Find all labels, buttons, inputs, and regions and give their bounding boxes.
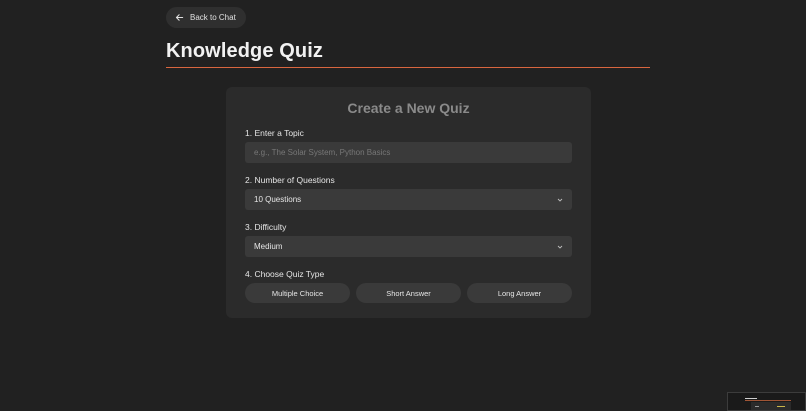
topic-input[interactable] [254,148,563,157]
create-quiz-card: Create a New Quiz 1. Enter a Topic 2. Nu… [226,87,591,318]
quiz-page: Back to Chat Knowledge Quiz Create a New… [0,0,806,411]
chevron-down-icon [557,244,563,250]
page-minimap-thumbnail[interactable] [727,392,806,411]
multiple-choice-button[interactable]: Multiple Choice [245,283,350,303]
questions-selected-value: 10 Questions [254,195,302,204]
long-answer-button[interactable]: Long Answer [467,283,572,303]
title-underline [166,67,650,68]
difficulty-select[interactable]: Medium [245,236,572,257]
difficulty-selected-value: Medium [254,242,283,251]
quiz-type-label: 4. Choose Quiz Type [245,269,325,279]
short-answer-button[interactable]: Short Answer [356,283,461,303]
questions-label: 2. Number of Questions [245,175,335,185]
create-quiz-heading: Create a New Quiz [347,100,470,116]
chevron-down-icon [557,197,563,203]
topic-field[interactable] [245,142,572,163]
back-to-chat-label: Back to Chat [190,13,236,22]
back-to-chat-button[interactable]: Back to Chat [166,7,246,28]
questions-select[interactable]: 10 Questions [245,189,572,210]
topic-label: 1. Enter a Topic [245,128,304,138]
arrow-left-icon [175,13,184,22]
difficulty-label: 3. Difficulty [245,222,287,232]
page-title: Knowledge Quiz [166,40,323,62]
